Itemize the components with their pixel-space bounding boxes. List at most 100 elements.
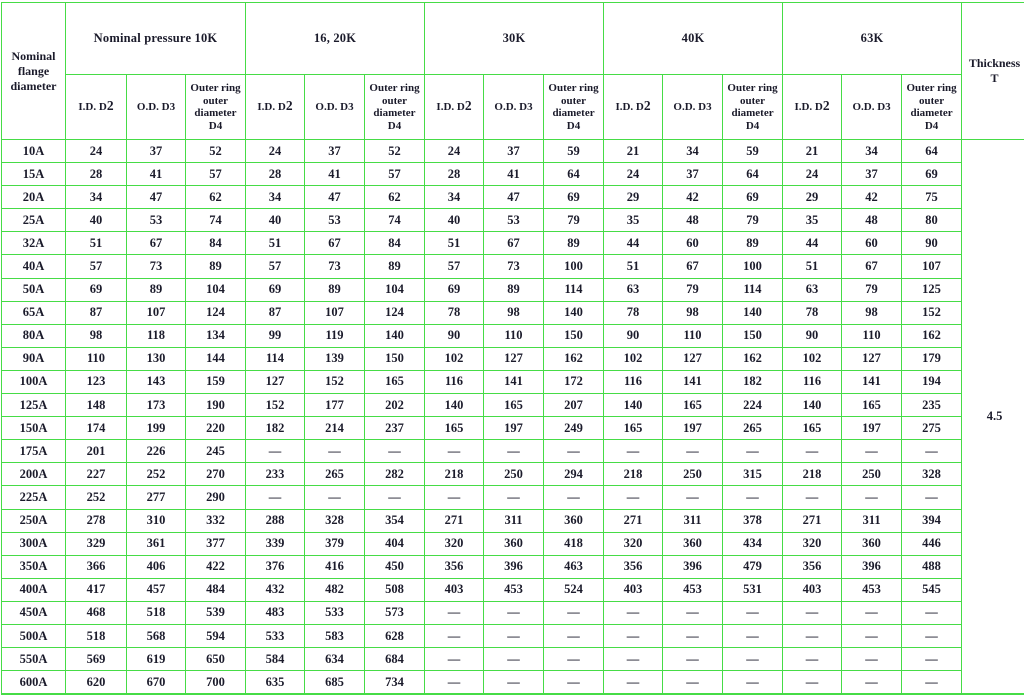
header-nominal-flange-diameter: Nominal flange diameter	[2, 3, 66, 140]
cell-value: 468	[66, 601, 127, 624]
cell-value: 152	[305, 370, 365, 393]
cell-value: 37	[484, 140, 544, 163]
cell-value: 311	[484, 509, 544, 532]
cell-value: 450	[365, 555, 425, 578]
cell-value: 89	[186, 255, 246, 278]
cell-value: 482	[305, 578, 365, 601]
cell-value: 463	[544, 555, 604, 578]
cell-value: —	[604, 601, 663, 624]
cell-value: 250	[842, 463, 902, 486]
subheader-30k-outer_ring_d4: Outer ring outer diameter D4	[544, 75, 604, 140]
cell-value: 104	[365, 278, 425, 301]
cell-value: 84	[186, 232, 246, 255]
cell-value: 62	[186, 186, 246, 209]
cell-value: 396	[663, 555, 723, 578]
subheader-30k-id_d2: I.D. D2	[425, 75, 484, 140]
cell-value: 41	[484, 163, 544, 186]
cell-value: 37	[663, 163, 723, 186]
cell-value: —	[484, 624, 544, 647]
cell-value: 685	[305, 671, 365, 695]
cell-value: 202	[365, 394, 425, 417]
cell-value: —	[544, 671, 604, 695]
row-header-nominal-diameter: 150A	[2, 417, 66, 440]
cell-value: 226	[127, 440, 186, 463]
table-row: 100A123143159127152165116141172116141182…	[2, 370, 1024, 393]
cell-value: —	[842, 648, 902, 671]
cell-value: 144	[186, 347, 246, 370]
header-thickness-t: Thickness T	[962, 3, 1024, 140]
table-row: 50A69891046989104698911463791146379125	[2, 278, 1024, 301]
cell-value: 64	[723, 163, 783, 186]
cell-value: 396	[484, 555, 544, 578]
table-row: 125A148173190152177202140165207140165224…	[2, 394, 1024, 417]
cell-value: 354	[365, 509, 425, 532]
cell-value: 47	[484, 186, 544, 209]
cell-value: 488	[902, 555, 962, 578]
cell-value: 78	[604, 301, 663, 324]
cell-value: 360	[663, 532, 723, 555]
cell-value: 224	[723, 394, 783, 417]
cell-value: —	[902, 648, 962, 671]
cell-value: —	[425, 601, 484, 624]
cell-value: 403	[425, 578, 484, 601]
cell-value: 48	[842, 209, 902, 232]
cell-value: 79	[842, 278, 902, 301]
cell-value: —	[902, 671, 962, 695]
cell-value: 165	[425, 417, 484, 440]
cell-value: 98	[66, 324, 127, 347]
table-row: 32A516784516784516789446089446090	[2, 232, 1024, 255]
cell-value: 150	[723, 324, 783, 347]
header-thickness-label: Thickness	[969, 56, 1020, 70]
cell-value: —	[425, 440, 484, 463]
subheader-10k-od_d3: O.D. D3	[127, 75, 186, 140]
table-row: 90A1101301441141391501021271621021271621…	[2, 347, 1024, 370]
cell-value: 90	[425, 324, 484, 347]
cell-value: 114	[246, 347, 305, 370]
cell-value: 52	[365, 140, 425, 163]
cell-value: 290	[186, 486, 246, 509]
table-row: 15A284157284157284164243764243769	[2, 163, 1024, 186]
cell-value: 141	[663, 370, 723, 393]
cell-value: —	[783, 601, 842, 624]
table-row: 25A405374405374405379354879354880	[2, 209, 1024, 232]
cell-value: —	[783, 648, 842, 671]
row-header-nominal-diameter: 50A	[2, 278, 66, 301]
cell-value: 69	[544, 186, 604, 209]
cell-value: 90	[604, 324, 663, 347]
cell-value: —	[842, 601, 902, 624]
header-row-groups: Nominal flange diameter Nominal pressure…	[2, 3, 1024, 75]
cell-value: 69	[425, 278, 484, 301]
cell-value: 508	[365, 578, 425, 601]
table-row: 40A577389577389577310051671005167107	[2, 255, 1024, 278]
cell-value: 479	[723, 555, 783, 578]
cell-value: 271	[783, 509, 842, 532]
cell-value: 457	[127, 578, 186, 601]
cell-value: 220	[186, 417, 246, 440]
cell-value: 140	[544, 301, 604, 324]
cell-value: 670	[127, 671, 186, 695]
cell-value: —	[902, 486, 962, 509]
cell-value: 130	[127, 347, 186, 370]
cell-value: 67	[484, 232, 544, 255]
cell-value: 116	[604, 370, 663, 393]
cell-value: —	[902, 624, 962, 647]
cell-value: 57	[425, 255, 484, 278]
cell-value: 89	[305, 278, 365, 301]
cell-value: 311	[663, 509, 723, 532]
cell-value: 199	[127, 417, 186, 440]
cell-value: 35	[783, 209, 842, 232]
cell-value: 116	[783, 370, 842, 393]
cell-value: —	[484, 648, 544, 671]
cell-value: 310	[127, 509, 186, 532]
cell-value: 252	[127, 463, 186, 486]
cell-value: 75	[902, 186, 962, 209]
cell-value: 282	[365, 463, 425, 486]
cell-value: —	[305, 440, 365, 463]
cell-value: 69	[246, 278, 305, 301]
cell-value: 278	[66, 509, 127, 532]
cell-value: 116	[425, 370, 484, 393]
cell-value: 57	[365, 163, 425, 186]
row-header-nominal-diameter: 125A	[2, 394, 66, 417]
cell-value: 533	[246, 624, 305, 647]
cell-value: 102	[783, 347, 842, 370]
